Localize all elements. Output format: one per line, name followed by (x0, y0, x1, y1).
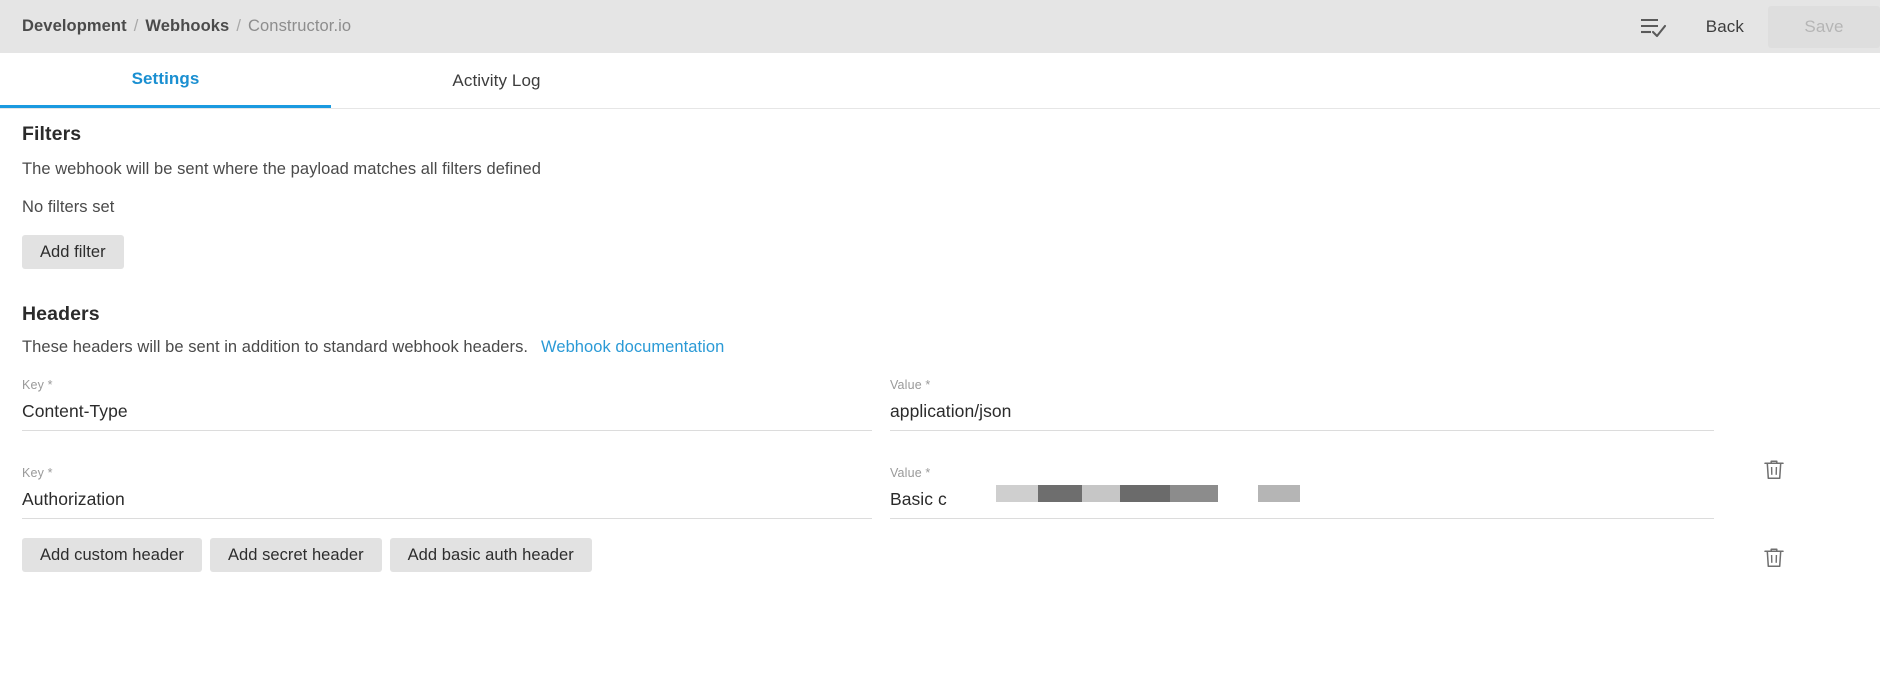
add-secret-header-button[interactable]: Add secret header (209, 538, 382, 572)
redaction-block (1170, 485, 1218, 502)
tab-settings[interactable]: Settings (0, 53, 331, 108)
headers-description-text: These headers will be sent in addition t… (22, 338, 529, 356)
trash-icon (1764, 548, 1784, 567)
list-check-icon[interactable] (1630, 6, 1676, 48)
breadcrumb-item-current: Constructor.io (248, 17, 352, 35)
field-underline (22, 430, 872, 431)
header-key-value-1[interactable]: Authorization (22, 486, 872, 513)
redaction-block (1038, 485, 1082, 502)
redacted-secret-overlay (890, 466, 1714, 514)
breadcrumb-item-development[interactable]: Development (22, 17, 127, 36)
add-filter-container: Add filter (22, 235, 124, 269)
header-actions-row: Add custom header Add secret header Add … (22, 538, 592, 572)
header-key-field-1[interactable]: Key * Authorization (22, 466, 872, 519)
header-key-field-0[interactable]: Key * Content-Type (22, 378, 872, 431)
redaction-block (1120, 485, 1170, 502)
filters-description: The webhook will be sent where the paylo… (22, 160, 541, 178)
trash-icon (1764, 460, 1784, 479)
field-underline (890, 518, 1714, 519)
tab-bar: Settings Activity Log (0, 53, 1880, 109)
headers-description-row: These headers will be sent in addition t… (22, 338, 724, 357)
topbar-actions: Back Save (1630, 0, 1880, 53)
top-bar: Development / Webhooks / Constructor.io … (0, 0, 1880, 53)
save-button[interactable]: Save (1768, 5, 1880, 48)
header-value-field-0[interactable]: Value * application/json (890, 378, 1714, 431)
webhook-documentation-link[interactable]: Webhook documentation (541, 338, 724, 356)
add-custom-header-button[interactable]: Add custom header (22, 538, 202, 572)
header-key-label-0: Key * (22, 378, 53, 392)
delete-header-button-0[interactable] (1757, 452, 1791, 486)
redaction-block (1258, 485, 1300, 502)
back-button[interactable]: Back (1688, 7, 1762, 47)
filters-empty-state: No filters set (22, 198, 115, 216)
filters-section-title: Filters (22, 123, 82, 145)
header-value-label-0: Value * (890, 378, 931, 392)
breadcrumb-separator: / (236, 17, 242, 35)
header-key-value-0[interactable]: Content-Type (22, 398, 872, 425)
field-underline (22, 518, 872, 519)
add-filter-button[interactable]: Add filter (22, 235, 124, 269)
breadcrumb-item-webhooks[interactable]: Webhooks (145, 17, 229, 36)
add-basic-auth-header-button[interactable]: Add basic auth header (389, 538, 592, 572)
redaction-block (1082, 485, 1120, 502)
redaction-block (996, 485, 1038, 502)
delete-header-button-1[interactable] (1757, 540, 1791, 574)
field-underline (890, 430, 1714, 431)
header-value-value-0[interactable]: application/json (890, 398, 1714, 425)
header-key-label-1: Key * (22, 466, 53, 480)
headers-section-title: Headers (22, 303, 100, 325)
main-content: Filters The webhook will be sent where t… (0, 110, 1880, 688)
breadcrumb: Development / Webhooks / Constructor.io (22, 0, 351, 53)
breadcrumb-separator: / (133, 17, 139, 35)
tab-activity-log[interactable]: Activity Log (331, 53, 662, 108)
